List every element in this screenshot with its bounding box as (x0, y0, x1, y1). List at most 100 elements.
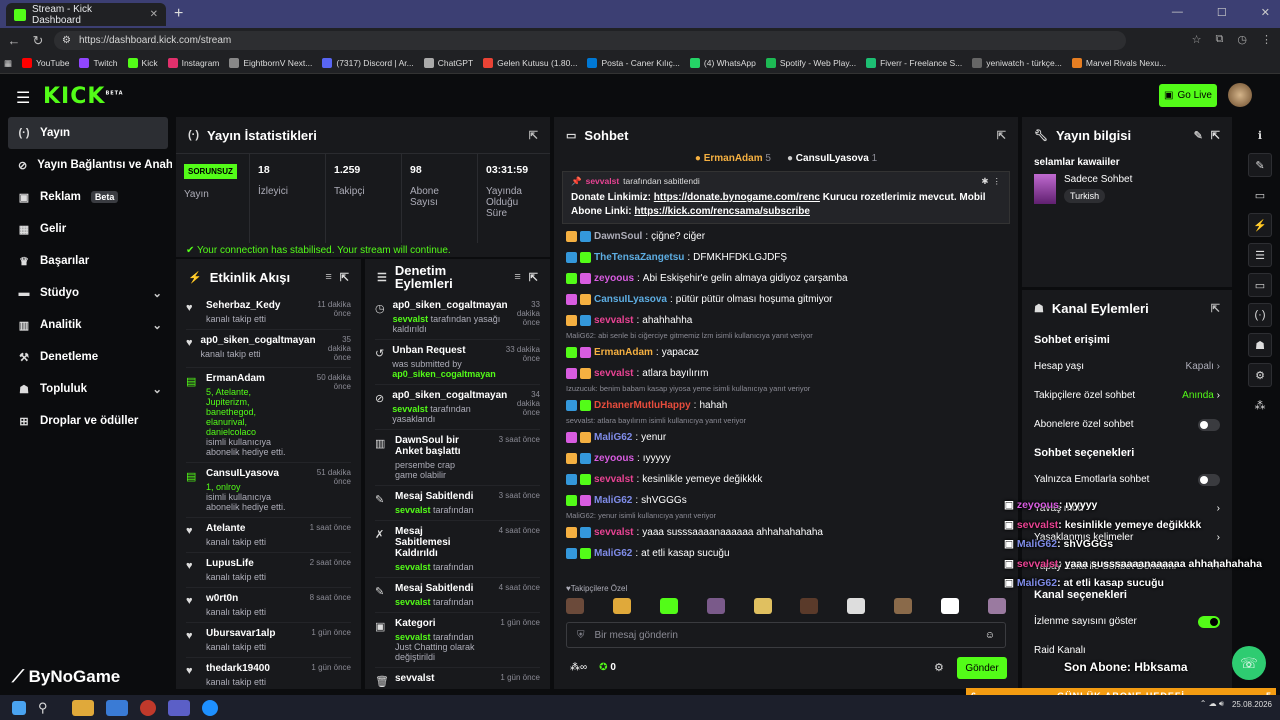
emote-icon[interactable] (612, 598, 631, 614)
avatar[interactable] (1228, 83, 1252, 107)
chat-username[interactable]: sevvalst (594, 368, 633, 379)
popout-icon[interactable]: ⇱ (997, 129, 1006, 142)
browser-taskbar-icon[interactable] (168, 699, 190, 716)
pin-icon[interactable]: ✱ (981, 176, 988, 187)
bookmark-item[interactable]: (7317) Discord | Ar... (322, 58, 414, 68)
wrench-icon[interactable]: ⚙ (1248, 363, 1272, 387)
emote-icon[interactable] (941, 598, 959, 614)
bookmark-item[interactable]: Posta - Caner Kılıç... (587, 58, 680, 68)
sidebar-item-reklam[interactable]: ▣ Reklam Beta (0, 181, 172, 213)
support-chat-icon[interactable]: ☏ (1232, 646, 1266, 680)
sidebar-item-denetleme[interactable]: ⚒ Denetleme (0, 341, 172, 373)
tag-chip[interactable]: Turkish (1064, 189, 1106, 203)
bookmark-item[interactable]: Instagram (167, 58, 219, 68)
followers-only-row[interactable]: Takipçilere özel sohbet Anında › (1022, 381, 1232, 410)
emote-only-toggle[interactable] (1198, 473, 1220, 486)
new-tab-icon[interactable]: + (174, 5, 183, 23)
chat-username[interactable]: DzhanerMutluHappy (594, 400, 691, 411)
apps-icon[interactable]: ▦ (4, 58, 12, 69)
info-icon[interactable]: ℹ (1248, 123, 1272, 147)
more-icon[interactable]: ⋮ (993, 176, 1002, 187)
emote-icon[interactable] (847, 598, 866, 614)
moderator-name[interactable]: sevvalst (395, 505, 431, 515)
emote-icon[interactable] (566, 598, 584, 614)
minimize-icon[interactable]: — (1172, 6, 1183, 19)
browser-tab[interactable]: Stream - Kick Dashboard ✕ (6, 3, 166, 26)
history-icon[interactable]: ◷ (1237, 33, 1247, 46)
chat-username[interactable]: TheTensaZangetsu (594, 252, 684, 263)
activity-username[interactable]: CansuILyasova (206, 468, 291, 479)
tab-close-icon[interactable]: ✕ (150, 9, 158, 20)
chat-username[interactable]: MaliG62 (594, 432, 632, 443)
activity-username[interactable]: Ubursavar1alp (206, 628, 291, 639)
chat-username[interactable]: sevvalst (594, 315, 633, 326)
chat-username[interactable]: sevvalst (594, 527, 633, 538)
send-button[interactable]: Gönder (957, 657, 1007, 679)
sub-only-toggle[interactable] (1198, 418, 1220, 431)
search-icon[interactable]: ⚲ (38, 700, 60, 716)
moderator-name[interactable]: sevvalst (395, 597, 431, 607)
chat-username[interactable]: sevvalst (594, 474, 633, 485)
bookmark-item[interactable]: Fiverr - Freelance S... (866, 58, 962, 68)
emote-icon[interactable] (659, 598, 678, 614)
sidebar-item-gelir[interactable]: ▦ Gelir (0, 213, 172, 245)
chat-username[interactable]: DawnSoul (594, 231, 642, 242)
filter-icon[interactable]: ≡ (514, 271, 520, 283)
edge-icon[interactable] (202, 699, 218, 716)
popout-icon[interactable]: ⇱ (1211, 129, 1220, 142)
activity-username[interactable]: w0rt0n (206, 593, 291, 604)
chevron-down-icon[interactable]: ⌄ (152, 318, 162, 332)
app-icon[interactable] (140, 699, 156, 716)
bookmark-item[interactable]: ChatGPT (423, 58, 473, 68)
bookmark-item[interactable]: (4) WhatsApp (689, 58, 756, 68)
emote-icon[interactable] (987, 598, 1006, 614)
go-live-button[interactable]: ▣ Go Live (1159, 84, 1217, 107)
bookmark-item[interactable]: Gelen Kutusu (1.80... (483, 58, 577, 68)
sidebar-item-analitik[interactable]: ▥ Analitik ⌄ (0, 309, 172, 341)
activity-username[interactable]: ErmanAdam (206, 373, 291, 384)
moderator-name[interactable]: ap0_siken_cogaltmayan (392, 369, 496, 379)
chat-icon[interactable]: ▭ (1248, 273, 1272, 297)
chevron-down-icon[interactable]: ⌄ (152, 382, 162, 396)
bookmark-item[interactable]: yeniwatch - türkçe... (972, 58, 1062, 68)
windows-start-icon[interactable] (12, 700, 26, 715)
moderator-name[interactable]: sevvalst (393, 314, 429, 324)
app-icon[interactable] (106, 699, 128, 716)
activity-username[interactable]: ap0_siken_cogaltmayan (201, 335, 316, 346)
donate-link[interactable]: https://donate.bynogame.com/renc (654, 192, 820, 203)
bookmark-item[interactable]: Twitch (79, 58, 118, 68)
chat-username[interactable]: zeyoous (594, 273, 634, 284)
lightning-icon[interactable]: ⚡ (1248, 213, 1272, 237)
back-icon[interactable]: ← (4, 33, 24, 48)
bookmark-item[interactable]: Kick (127, 58, 158, 68)
activity-username[interactable]: Seherbaz_Kedy (206, 300, 291, 311)
file-explorer-icon[interactable] (72, 699, 94, 716)
bookmark-item[interactable]: Marvel Rivals Nexu... (1071, 58, 1166, 68)
reload-icon[interactable]: ↻ (28, 33, 48, 49)
chat-username[interactable]: MaliG62 (594, 495, 632, 506)
chat-message-input[interactable]: ⛨ Bir mesaj gönderin ☺ (566, 622, 1006, 648)
extensions-icon[interactable]: ⧉ (1216, 33, 1224, 46)
popout-icon[interactable]: ⇱ (340, 271, 349, 284)
sidebar-item-droplar-ve-d-ller[interactable]: ⊞ Droplar ve ödüller (0, 405, 172, 437)
users-icon[interactable]: ⁂∞ (570, 662, 587, 673)
broadcast-icon[interactable]: (·) (1248, 303, 1272, 327)
emote-icon[interactable] (800, 598, 819, 614)
filter-icon[interactable]: ≡ (325, 271, 331, 283)
activity-username[interactable]: LupusLife (206, 558, 291, 569)
bookmark-item[interactable]: Spotify - Web Play... (765, 58, 856, 68)
popout-icon[interactable]: ⇱ (1211, 302, 1220, 315)
layout-icon[interactable]: ▭ (1248, 183, 1272, 207)
sidebar-item-ba-ar-lar[interactable]: ♛ Başarılar (0, 245, 172, 277)
more-icon[interactable]: ⁂ (1248, 393, 1272, 417)
list-icon[interactable]: ☰ (1248, 243, 1272, 267)
edit-icon[interactable]: ✎ (1194, 129, 1203, 142)
kick-logo[interactable]: KICKBETA (43, 84, 124, 109)
chat-username[interactable]: ErmanAdam (594, 347, 653, 358)
chat-username[interactable]: zeyoous (594, 453, 634, 464)
bookmark-star-icon[interactable]: ☆ (1192, 33, 1202, 46)
sidebar-item-st-dyo[interactable]: ▬ Stüdyo ⌄ (0, 277, 172, 309)
activity-username[interactable]: thedark19400 (206, 663, 291, 674)
sidebar-item-yay-n[interactable]: (·) Yayın (8, 117, 168, 149)
edit-icon[interactable]: ✎ (1248, 153, 1272, 177)
